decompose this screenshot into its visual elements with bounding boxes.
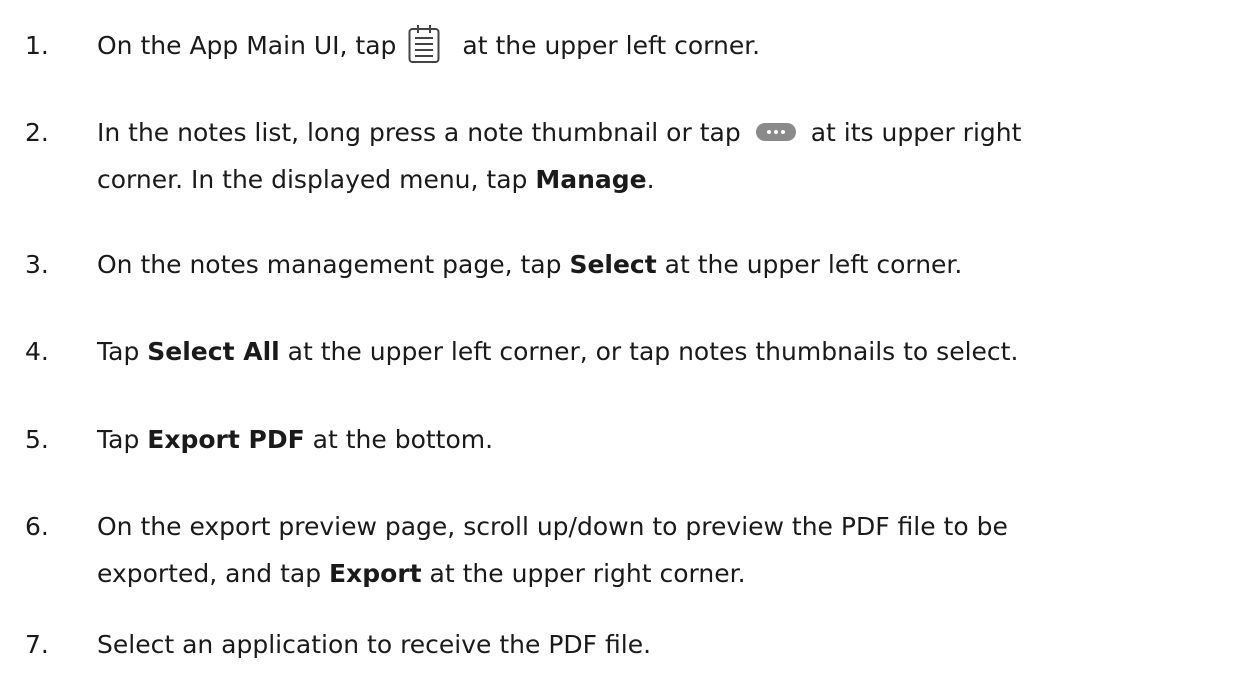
ui-term: Select [569,250,657,279]
step-text-segment: at the upper left corner, or tap notes t… [279,337,1019,366]
more-options-icon [755,123,796,141]
ui-term: Export [329,559,422,588]
step-number: 7. [25,630,49,659]
step-text-segment: On the export preview page, scroll up/do… [97,512,1008,541]
step-number: 4. [25,337,49,366]
step-number: 2. [25,118,49,147]
step-text: In the notes list, long press a note thu… [97,111,1021,155]
step-text: Select an application to receive the PDF… [97,623,651,667]
step-text-segment: Tap [97,337,148,366]
step-text-segment: at its upper right [810,118,1022,147]
step-text-segment: On the App Main UI, tap [97,31,397,60]
step-text-continued: exported, and tap Export at the upper ri… [97,552,746,596]
step-number: 5. [25,425,49,454]
step-text-segment: at the upper right corner. [421,559,746,588]
step-text-segment: Tap [97,425,148,454]
step-text: Tap Export PDF at the bottom. [97,418,493,462]
step-text: On the App Main UI, tap at the upper left… [97,24,760,68]
step-text-segment: at the upper left corner. [656,250,963,279]
ui-term: Export PDF [147,425,305,454]
step-text-continued: corner. In the displayed menu, tap Manag… [97,158,655,202]
notes-list-icon [408,25,440,63]
ui-term: Select All [147,337,280,366]
step-number: 1. [25,31,49,60]
step-text: Tap Select All at the upper left corner,… [97,330,1018,374]
step-text-segment: Select an application to receive the PDF… [97,630,652,659]
step-text-segment: at the bottom. [304,425,494,454]
instruction-steps: 1. On the App Main UI, tap at the upper l… [0,0,1246,675]
step-text-segment: corner. In the displayed menu, tap [97,165,536,194]
step-text-segment: In the notes list, long press a note thu… [97,118,741,147]
step-text: On the notes management page, tap Select… [97,243,962,287]
step-text: On the export preview page, scroll up/do… [97,505,1008,549]
step-number: 6. [25,512,49,541]
step-text-segment: exported, and tap [97,559,330,588]
step-text-segment: . [646,165,655,194]
step-text-segment: On the notes management page, tap [97,250,570,279]
step-number: 3. [25,250,49,279]
step-text-segment: at the upper left corner. [462,31,761,60]
ui-term: Manage [535,165,647,194]
